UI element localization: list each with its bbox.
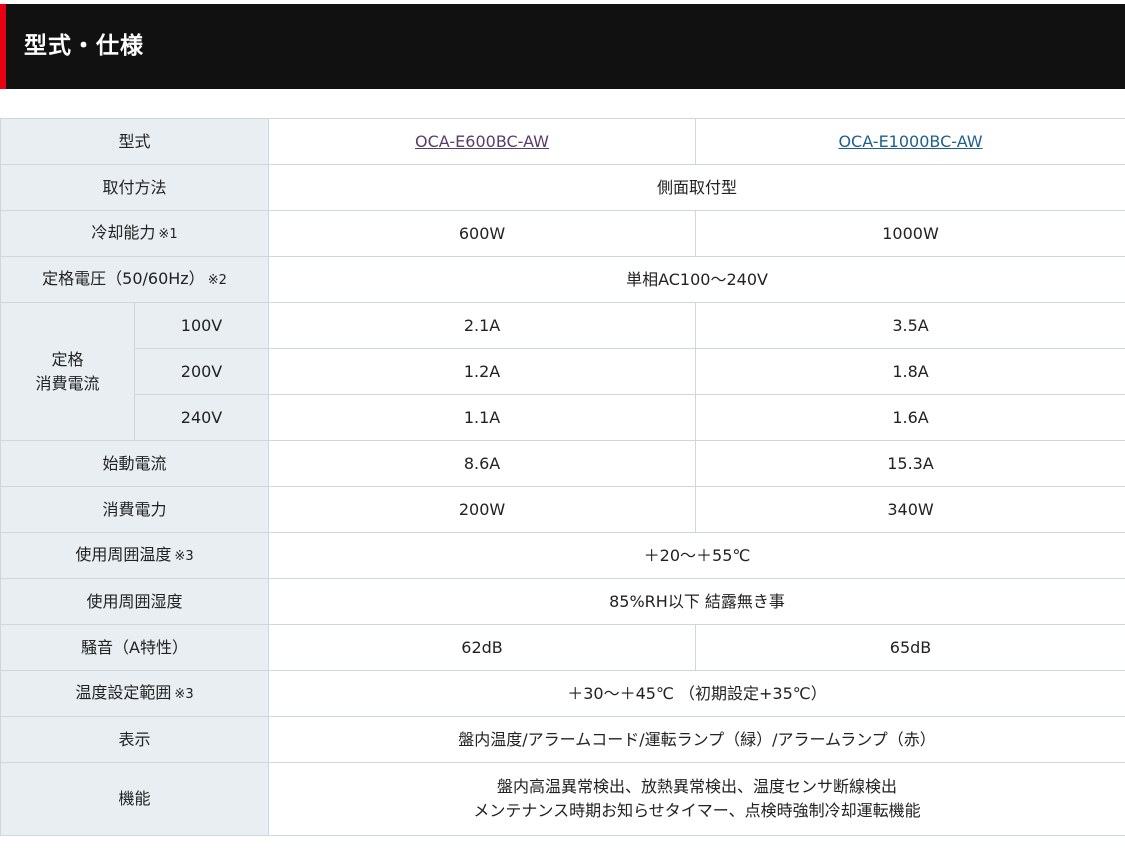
row-power: 消費電力 200W 340W	[0, 486, 1125, 533]
footnote-mark: ※3	[174, 548, 194, 564]
row-temp-range: 温度設定範囲 ※3 ＋30～＋45℃ （初期設定+35℃）	[0, 670, 1125, 717]
footnote-mark: ※3	[174, 686, 194, 702]
section-title: 型式・仕様	[24, 33, 144, 59]
current-label-line1: 定格	[51, 349, 84, 369]
value-e1000: 15.3A	[695, 440, 1125, 487]
row-label: 冷却能力	[91, 222, 156, 242]
value-e1000: 340W	[695, 486, 1125, 533]
row-value: 側面取付型	[268, 164, 1125, 211]
row-label: 温度設定範囲	[75, 682, 172, 702]
row-voltage: 定格電圧（50/60Hz） ※2 単相AC100～240V	[0, 256, 1125, 303]
value-e1000: 65dB	[695, 624, 1125, 671]
row-current-240v: 240V 1.1A 1.6A	[1, 394, 1125, 441]
row-label-cell: 冷却能力 ※1	[0, 210, 270, 257]
function-line-1: 盤内高温異常検出、放熱異常検出、温度センサ断線検出	[497, 777, 898, 796]
row-function: 機能 盤内高温異常検出、放熱異常検出、温度センサ断線検出 メンテナンス時期お知ら…	[0, 762, 1125, 836]
row-label: 型式	[0, 118, 270, 165]
value-e1000: 1.8A	[695, 348, 1125, 395]
current-label-line2: 消費電流	[35, 373, 100, 393]
model-cell-2: OCA-E1000BC-AW	[695, 118, 1125, 165]
row-value: 盤内温度/アラームコード/運転ランプ（緑）/アラームランプ（赤）	[268, 716, 1125, 763]
sub-voltage-label: 240V	[133, 394, 270, 441]
row-label-cell: 定格電圧（50/60Hz） ※2	[0, 256, 270, 303]
model-link-e1000[interactable]: OCA-E1000BC-AW	[838, 132, 982, 151]
row-current-100v: 定格 消費電流 100V 2.1A 3.5A	[0, 302, 1125, 441]
footnote-mark: ※1	[158, 226, 178, 242]
value-e600: 2.1A	[268, 302, 697, 349]
footnote-mark: ※2	[207, 272, 227, 288]
value-e600: 8.6A	[268, 440, 697, 487]
model-link-e600[interactable]: OCA-E600BC-AW	[415, 132, 549, 151]
function-value: 盤内高温異常検出、放熱異常検出、温度センサ断線検出 メンテナンス時期お知らせタイ…	[268, 762, 1125, 836]
row-label: 取付方法	[0, 164, 270, 211]
row-label: 使用周囲温度	[75, 544, 172, 564]
value-e600: 600W	[268, 210, 697, 257]
row-label: 使用周囲湿度	[0, 578, 270, 625]
sub-voltage-label: 200V	[133, 348, 270, 395]
row-label: 機能	[0, 762, 270, 836]
value-e600: 200W	[268, 486, 697, 533]
row-value: ＋30～＋45℃ （初期設定+35℃）	[268, 670, 1125, 717]
row-label: 表示	[0, 716, 270, 763]
spec-table: 型式 OCA-E600BC-AW OCA-E1000BC-AW 取付方法 側面取…	[0, 118, 1125, 836]
row-label: 騒音（A特性）	[0, 624, 270, 671]
row-noise: 騒音（A特性） 62dB 65dB	[0, 624, 1125, 671]
row-value: 85%RH以下 結露無き事	[268, 578, 1125, 625]
row-ambient-temp: 使用周囲温度 ※3 ＋20～＋55℃	[0, 532, 1125, 579]
value-e600: 1.1A	[268, 394, 697, 441]
row-ambient-humidity: 使用周囲湿度 85%RH以下 結露無き事	[0, 578, 1125, 625]
value-e1000: 3.5A	[695, 302, 1125, 349]
row-label: 始動電流	[0, 440, 270, 487]
row-label: 消費電力	[0, 486, 270, 533]
row-display: 表示 盤内温度/アラームコード/運転ランプ（緑）/アラームランプ（赤）	[0, 716, 1125, 763]
model-cell-1: OCA-E600BC-AW	[268, 118, 697, 165]
section-header: 型式・仕様	[0, 4, 1125, 89]
value-e1000: 1000W	[695, 210, 1125, 257]
value-e600: 1.2A	[268, 348, 697, 395]
row-value: 単相AC100～240V	[268, 256, 1125, 303]
row-label-cell: 温度設定範囲 ※3	[0, 670, 270, 717]
row-value: ＋20～＋55℃	[268, 532, 1125, 579]
row-mounting: 取付方法 側面取付型	[0, 164, 1125, 211]
row-label: 定格電圧（50/60Hz）	[42, 268, 205, 288]
current-group-label: 定格 消費電流	[0, 302, 135, 441]
row-starting-current: 始動電流 8.6A 15.3A	[0, 440, 1125, 487]
row-label-cell: 使用周囲温度 ※3	[0, 532, 270, 579]
row-cooling: 冷却能力 ※1 600W 1000W	[0, 210, 1125, 257]
value-e600: 62dB	[268, 624, 697, 671]
function-line-2: メンテナンス時期お知らせタイマー、点検時強制冷却運転機能	[473, 801, 921, 820]
value-e1000: 1.6A	[695, 394, 1125, 441]
sub-voltage-label: 100V	[133, 302, 270, 349]
row-current-200v: 200V 1.2A 1.8A	[1, 348, 1125, 395]
row-model: 型式 OCA-E600BC-AW OCA-E1000BC-AW	[0, 118, 1125, 165]
